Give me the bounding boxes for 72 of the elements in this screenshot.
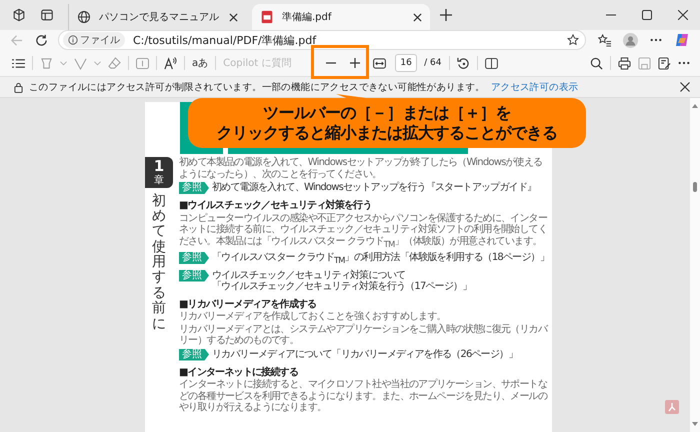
- star-icon[interactable]: [567, 34, 579, 46]
- section-heading: ■リカバリーメディアを作成する: [179, 298, 318, 310]
- section-heading: ■インターネットに接続する: [179, 366, 300, 378]
- search-icon[interactable]: [590, 56, 603, 70]
- close-icon[interactable]: [413, 12, 422, 22]
- pdf-logo-icon: [665, 400, 679, 414]
- body-paragraph: 初めて本製品の電源を入れて、Windowsセットアップが終了したら（Windowsが使えるようになったら）、次のことを行ってください。: [179, 157, 544, 180]
- reference-text: 「ウイルスチェック／セキュリティ対策を行う（17ページ）」: [212, 281, 472, 292]
- maximize-icon[interactable]: [642, 10, 652, 20]
- workspaces-icon[interactable]: [12, 8, 26, 22]
- info-icon: [68, 35, 78, 45]
- reference-text: 初めて電源を入れて、Windowsセットアップを行う『スタートアップガイド』: [212, 182, 536, 194]
- callout-text: クリックすると縮小または拡大することができる: [216, 123, 558, 143]
- text-box-icon[interactable]: [136, 58, 149, 68]
- view-permissions-link[interactable]: アクセス許可の表示: [490, 80, 578, 94]
- reference-tag: 参照: [179, 182, 209, 194]
- url-text: C:/tosutils/manual/PDF/準備編.pdf: [133, 32, 318, 48]
- highlight-frame: [311, 45, 370, 79]
- chapter-label: 章: [154, 174, 164, 186]
- scroll-down-icon[interactable]: [692, 422, 698, 426]
- profile-avatar-icon[interactable]: [623, 32, 638, 48]
- close-icon[interactable]: [678, 10, 688, 20]
- contents-list-icon[interactable]: [12, 58, 25, 68]
- tab-title: 準備編.pdf: [282, 11, 333, 24]
- chapter-number: 1: [154, 158, 164, 174]
- more-icon[interactable]: [678, 61, 690, 65]
- body-paragraph: リカバリーメディアとは、システムやアプリケーションをご購入時の状態に復元（リカバリー）するためのものです。: [179, 324, 549, 346]
- new-tab-icon[interactable]: [440, 9, 452, 21]
- body-paragraph: インターネットに接続すると、マイクロソフト社や当社のアプリケーション、サポートなどの各種サービスを利用できるようになります。また、ホームページを見たり、メールのやり取りが行えるようになります。: [179, 379, 548, 414]
- reference-text: ウイルスチェック／セキュリティ対策について: [212, 270, 406, 280]
- scroll-up-icon[interactable]: [692, 104, 698, 108]
- fit-width-icon[interactable]: [373, 58, 386, 68]
- chip-label: ファイル: [80, 34, 120, 47]
- file-chip[interactable]: ファイル: [63, 32, 125, 48]
- page-view-icon[interactable]: [484, 58, 498, 68]
- print-icon[interactable]: [618, 56, 631, 70]
- reference-tag: 参照: [179, 348, 209, 360]
- pdf-file-icon: [260, 10, 274, 24]
- chapter-title: 初めて使用する前に: [152, 194, 166, 332]
- draw-icon[interactable]: [74, 56, 87, 70]
- lock-icon: [14, 82, 23, 92]
- page-total: / 64: [424, 58, 442, 68]
- read-aloud-icon[interactable]: [164, 56, 177, 70]
- globe-icon: [77, 10, 91, 24]
- reference-tag: 参照: [179, 270, 209, 282]
- address-field[interactable]: ファイル C:/tosutils/manual/PDF/準備編.pdf: [58, 30, 586, 50]
- rotate-icon[interactable]: [456, 56, 470, 70]
- more-icon[interactable]: [650, 38, 662, 42]
- refresh-icon[interactable]: [35, 34, 48, 46]
- reference-text: 「ウイルスバスター クラウド$_{TM}$」の利用方法「体験版を利用する（18ページ）」: [212, 252, 549, 266]
- save-as-icon[interactable]: [658, 56, 671, 70]
- scroll-thumb[interactable]: [693, 182, 697, 192]
- callout-text: ツールバーの［－］または［＋］を: [263, 103, 511, 123]
- section-heading: ■ウイルスチェック／セキュリティ対策を行う: [179, 200, 373, 212]
- reference-text: リカバリーメディアについて「リカバリーメディアを作る（26ページ）」: [212, 348, 518, 360]
- zoom-in-icon[interactable]: [350, 58, 360, 68]
- body-paragraph: リカバリーメディアを作成しておくことを強くおすすめします。: [179, 311, 447, 322]
- permission-message: このファイルにはアクセス許可が制限されています。一部の機能にアクセスできない可能性があります。: [29, 80, 485, 94]
- browser-tab[interactable]: 準備編.pdf: [252, 4, 430, 30]
- highlighter-icon[interactable]: [40, 56, 53, 70]
- tab-actions-icon[interactable]: [40, 8, 54, 22]
- scrollbar[interactable]: [690, 98, 700, 432]
- tab-title: パソコンで見るマニュアル: [99, 11, 220, 24]
- body-paragraph: コンピューターウイルスの感染や不正アクセスからパソコンを保護するために、インターネットに接続する前に、ウイルスチェック／セキュリティ対策ソフトの利用を開始してください。本製品には「ウイルスバスター クラウド$_{TM}$」（体験版）が用意されています。: [179, 212, 548, 250]
- close-icon[interactable]: [680, 82, 690, 92]
- favorites-icon[interactable]: [598, 34, 611, 46]
- translate-button[interactable]: aあ: [192, 56, 208, 70]
- reference-tag: 参照: [179, 252, 209, 264]
- eraser-icon[interactable]: [108, 56, 121, 70]
- copilot-logo-icon[interactable]: [674, 32, 690, 48]
- page-number-field[interactable]: 16: [395, 54, 418, 72]
- close-icon[interactable]: [229, 12, 238, 22]
